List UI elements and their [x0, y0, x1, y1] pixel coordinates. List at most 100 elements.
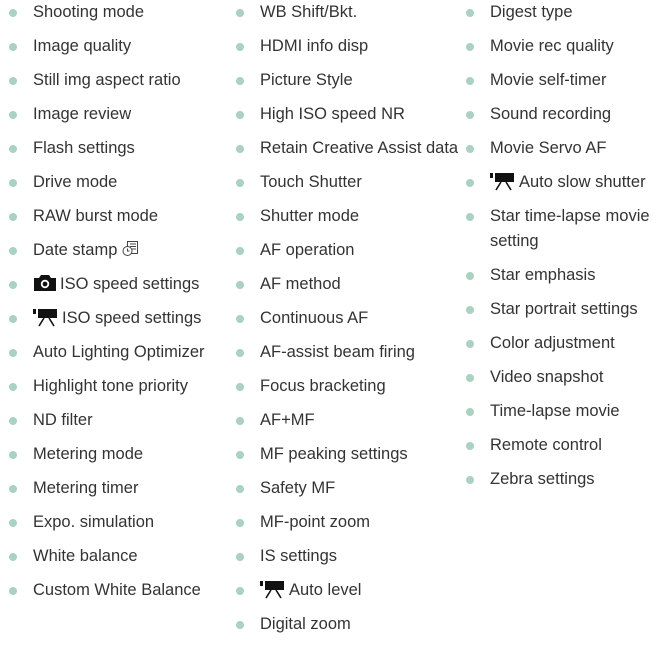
item-label: ND filter: [33, 411, 93, 429]
item-label: Touch Shutter: [260, 173, 362, 191]
item-label: White balance: [33, 547, 138, 565]
list-item: Metering mode: [9, 442, 225, 467]
list-item: Star portrait settings: [466, 297, 657, 322]
list-item: RAW burst mode: [9, 204, 225, 229]
settings-column-1: Shooting mode Image quality Still img as…: [9, 0, 225, 612]
item-label: RAW burst mode: [33, 207, 159, 225]
list-item: Sound recording: [466, 102, 657, 127]
item-label: Movie Servo AF: [490, 139, 607, 157]
list-item: Retain Creative Assist data: [236, 136, 459, 161]
item-label: Remote control: [490, 436, 602, 454]
list-item: Auto slow shutter: [466, 170, 657, 195]
list-item: MF-point zoom: [236, 510, 459, 535]
list-item: AF method: [236, 272, 459, 297]
item-label: Shooting mode: [33, 3, 144, 21]
list-item: Star emphasis: [466, 263, 657, 288]
item-label: Image quality: [33, 37, 132, 55]
item-label: Time-lapse movie: [490, 402, 620, 420]
item-label: Expo. simulation: [33, 513, 155, 531]
list-item: Image review: [9, 102, 225, 127]
item-label: Auto level: [289, 581, 362, 599]
list-item: Remote control: [466, 433, 657, 458]
item-label: AF-assist beam firing: [260, 343, 415, 361]
item-label: Color adjustment: [490, 334, 615, 352]
item-label: Custom White Balance: [33, 581, 201, 599]
list-item: Auto Lighting Optimizer: [9, 340, 225, 365]
item-label: Star emphasis: [490, 266, 596, 284]
item-label: Metering mode: [33, 445, 144, 463]
list-item: Digital zoom: [236, 612, 459, 637]
list-item: Safety MF: [236, 476, 459, 501]
list-item: WB Shift/Bkt.: [236, 0, 459, 25]
item-label: Movie rec quality: [490, 37, 614, 55]
list-item: Zebra settings: [466, 467, 657, 492]
list-item: ND filter: [9, 408, 225, 433]
list-item: Color adjustment: [466, 331, 657, 356]
item-label: Continuous AF: [260, 309, 369, 327]
list-item: ISO speed settings: [9, 306, 225, 331]
settings-column-3: Digest type Movie rec quality Movie self…: [466, 0, 657, 501]
item-label: High ISO speed NR: [260, 105, 405, 123]
item-label: Date stamp: [33, 241, 118, 259]
list-item: Custom White Balance: [9, 578, 225, 603]
item-label: Sound recording: [490, 105, 612, 123]
item-label: Retain Creative Assist data: [260, 139, 459, 157]
settings-column-2: WB Shift/Bkt. HDMI info disp Picture Sty…: [236, 0, 459, 646]
item-label: Picture Style: [260, 71, 353, 89]
list-item: High ISO speed NR: [236, 102, 459, 127]
list-item: Highlight tone priority: [9, 374, 225, 399]
item-label: Shutter mode: [260, 207, 360, 225]
list-item: Expo. simulation: [9, 510, 225, 535]
list-item: Movie rec quality: [466, 34, 657, 59]
item-label: Auto slow shutter: [519, 173, 646, 191]
item-label: Highlight tone priority: [33, 377, 188, 395]
list-item: Digest type: [466, 0, 657, 25]
item-label: ISO speed settings: [60, 275, 200, 293]
list-item: Focus bracketing: [236, 374, 459, 399]
item-label: Video snapshot: [490, 368, 604, 386]
list-item: Shutter mode: [236, 204, 459, 229]
list-item: White balance: [9, 544, 225, 569]
movie-camera-icon: [33, 308, 57, 327]
list-item: Auto level: [236, 578, 459, 603]
item-label: Star time-lapse movie setting: [490, 207, 650, 250]
item-label: IS settings: [260, 547, 338, 565]
list-item: HDMI info disp: [236, 34, 459, 59]
item-label: Star portrait settings: [490, 300, 638, 318]
item-label: Focus bracketing: [260, 377, 386, 395]
list-item: ISO speed settings: [9, 272, 225, 297]
list-item: Continuous AF: [236, 306, 459, 331]
list-item: MF peaking settings: [236, 442, 459, 467]
item-label: MF peaking settings: [260, 445, 408, 463]
list-item: AF+MF: [236, 408, 459, 433]
item-label: Still img aspect ratio: [33, 71, 181, 89]
list-item: Touch Shutter: [236, 170, 459, 195]
list-item: Drive mode: [9, 170, 225, 195]
item-label: Image review: [33, 105, 132, 123]
camera-icon: [34, 275, 56, 292]
item-label: AF method: [260, 275, 341, 293]
item-label: ISO speed settings: [62, 309, 202, 327]
movie-camera-icon: [260, 580, 284, 599]
list-item: Star time-lapse movie setting: [466, 204, 657, 254]
item-label: Safety MF: [260, 479, 336, 497]
item-label: WB Shift/Bkt.: [260, 3, 358, 21]
list-item: Date stamp: [9, 238, 225, 263]
item-label: AF operation: [260, 241, 355, 259]
item-label: Zebra settings: [490, 470, 595, 488]
list-item: Flash settings: [9, 136, 225, 161]
list-item: AF operation: [236, 238, 459, 263]
item-label: MF-point zoom: [260, 513, 371, 531]
item-label: Drive mode: [33, 173, 118, 191]
list-item: Image quality: [9, 34, 225, 59]
list-item: Movie self-timer: [466, 68, 657, 93]
date-stamp-icon: [122, 241, 138, 257]
list-item: Shooting mode: [9, 0, 225, 25]
list-item: AF-assist beam firing: [236, 340, 459, 365]
list-item: Video snapshot: [466, 365, 657, 390]
list-item: Picture Style: [236, 68, 459, 93]
item-label: Metering timer: [33, 479, 139, 497]
item-label: Auto Lighting Optimizer: [33, 343, 205, 361]
list-item: Still img aspect ratio: [9, 68, 225, 93]
list-item: Movie Servo AF: [466, 136, 657, 161]
